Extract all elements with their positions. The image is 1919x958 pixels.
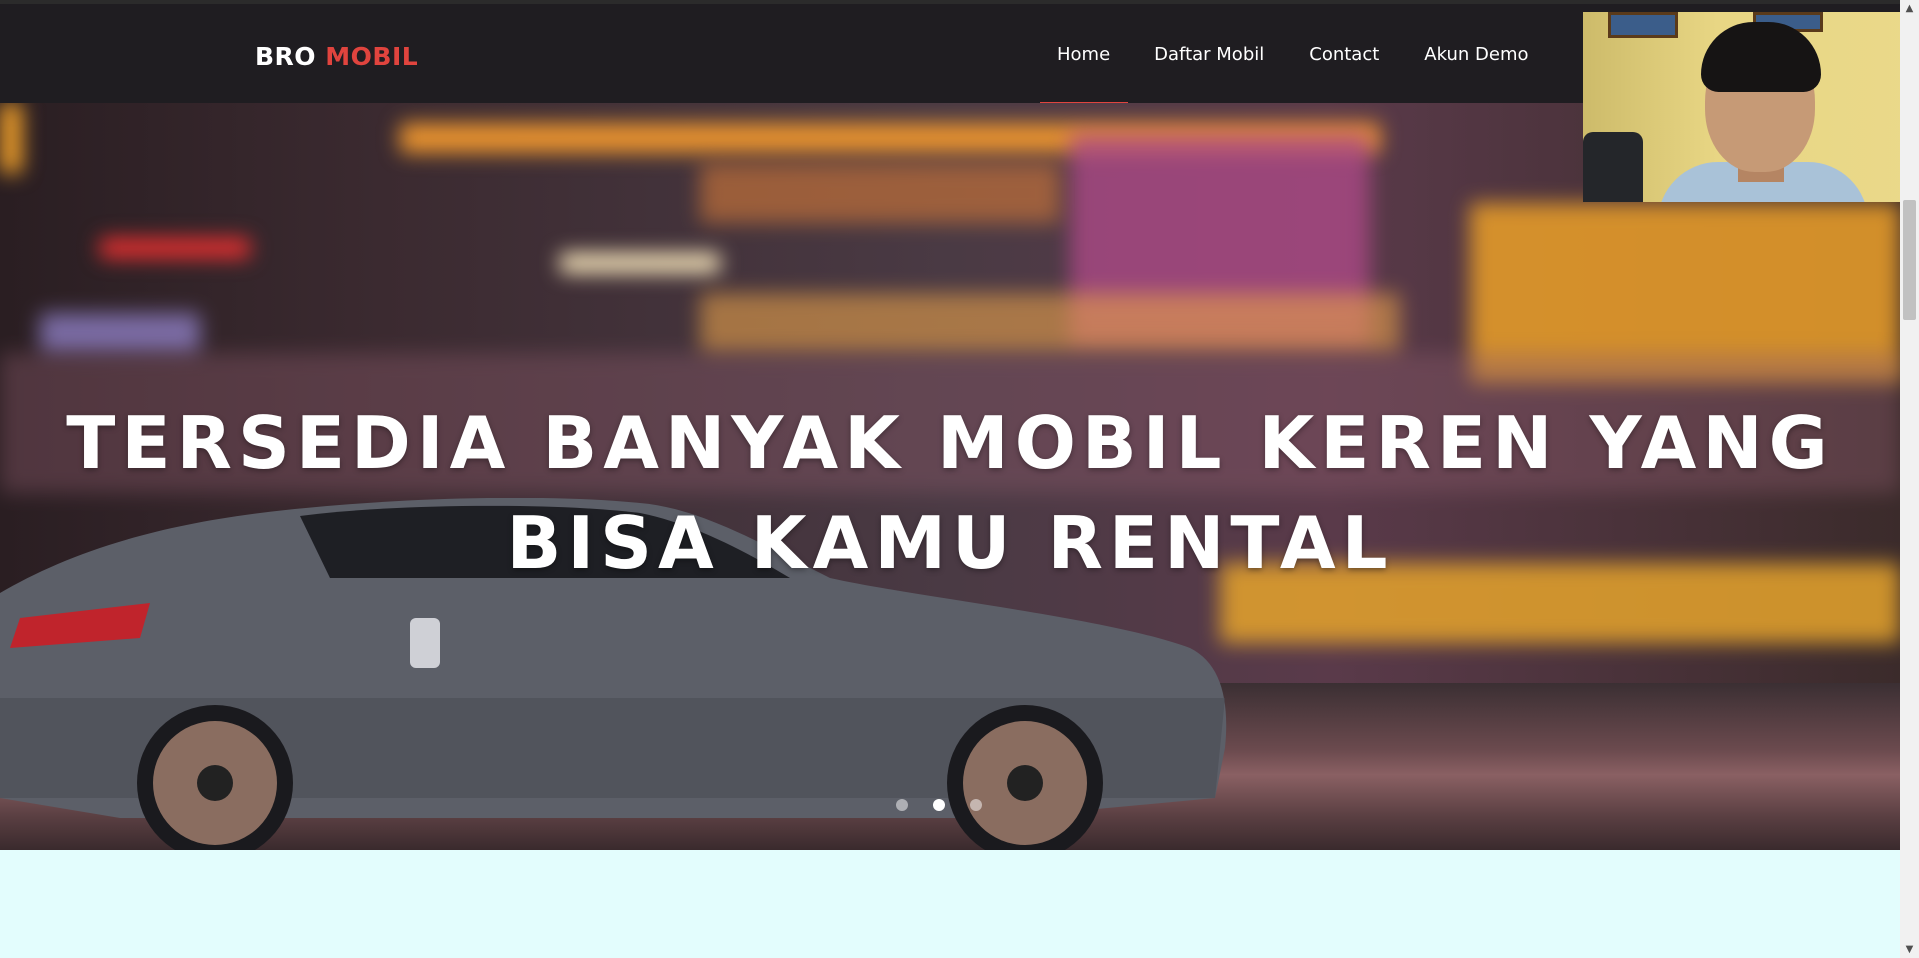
- scroll-up-arrow-icon[interactable]: ▲: [1900, 0, 1919, 17]
- bg-streak: [700, 163, 1060, 223]
- bg-streak: [560, 253, 720, 273]
- brand-name-part2: MOBIL: [325, 42, 419, 71]
- carousel-dot-1[interactable]: [896, 799, 908, 811]
- bg-streak: [100, 238, 250, 258]
- hero-title: TERSEDIA BANYAK MOBIL KEREN YANG BISA KA…: [66, 401, 1834, 585]
- bg-streak: [0, 103, 22, 173]
- nav-item-contact[interactable]: Contact: [1294, 44, 1409, 65]
- carousel-indicators: [896, 799, 982, 811]
- nav-item-akun-demo[interactable]: Akun Demo: [1409, 44, 1558, 65]
- scroll-thumb[interactable]: [1903, 200, 1916, 320]
- bg-streak: [700, 293, 1400, 353]
- nav-item-daftar-mobil[interactable]: Daftar Mobil: [1139, 44, 1294, 65]
- carousel-dot-3[interactable]: [970, 799, 982, 811]
- nav-item-home[interactable]: Home: [1039, 44, 1139, 105]
- vertical-scrollbar[interactable]: ▲ ▼: [1900, 0, 1919, 958]
- scroll-down-arrow-icon[interactable]: ▼: [1900, 941, 1919, 958]
- webcam-object: [1583, 132, 1643, 202]
- bg-streak: [40, 313, 200, 353]
- nav-links: Home Daftar Mobil Contact Akun Demo: [1026, 44, 1558, 105]
- webcam-picture-frame: [1608, 12, 1678, 38]
- brand-logo[interactable]: BRO MOBIL: [255, 42, 418, 71]
- carousel-dot-2[interactable]: [933, 799, 945, 811]
- webcam-overlay: [1583, 12, 1919, 202]
- brand-name-part1: BRO: [255, 42, 317, 71]
- hero-carousel: TERSEDIA BANYAK MOBIL KEREN YANG BISA KA…: [0, 103, 1900, 850]
